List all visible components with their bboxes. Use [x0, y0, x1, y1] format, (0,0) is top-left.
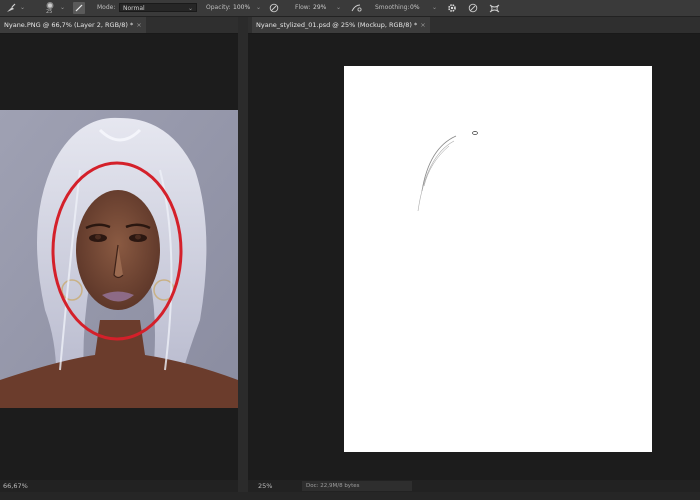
reference-photo [0, 110, 238, 408]
airbrush-icon[interactable] [350, 2, 362, 14]
right-tab-strip: Nyane_stylized_01.psd @ 25% (Mockup, RGB… [248, 17, 700, 34]
pressure-opacity-icon[interactable] [268, 2, 280, 14]
opacity-chevron-icon[interactable]: ⌄ [256, 4, 261, 11]
right-zoom-readout[interactable]: 25% [258, 482, 272, 490]
mode-select-value: Normal [123, 5, 145, 12]
document-info[interactable]: Doc: 22,9M/8 bytes [302, 481, 412, 491]
brush-panel-icon[interactable] [73, 2, 85, 14]
brush-cursor [472, 131, 478, 135]
options-bar: ⌄ 25 ⌄ Mode: Normal ⌄ Opacity: 100% ⌄ Fl… [0, 0, 700, 17]
mode-select-chevron-icon: ⌄ [187, 5, 193, 12]
brush-size-value: 25 [46, 9, 53, 15]
mode-label: Mode: [97, 4, 116, 11]
flow-input[interactable]: 29% [313, 3, 331, 12]
close-icon[interactable]: × [136, 21, 141, 29]
opacity-input[interactable]: 100% [233, 3, 253, 12]
tab-nyane-png[interactable]: Nyane.PNG @ 66,7% (Layer 2, RGB/8) * × [0, 17, 146, 33]
left-zoom-readout[interactable]: 66,67% [3, 482, 28, 490]
mode-select[interactable]: Normal ⌄ [119, 3, 197, 12]
left-status-bar: 66,67% [0, 480, 238, 492]
settings-gear-icon[interactable] [446, 2, 458, 14]
symmetry-icon[interactable] [488, 2, 500, 14]
bottom-panel-strip [0, 492, 700, 500]
brush-tool-icon[interactable] [5, 2, 17, 14]
tab-nyane-stylized[interactable]: Nyane_stylized_01.psd @ 25% (Mockup, RGB… [252, 17, 430, 33]
tool-preset-chevron-icon[interactable]: ⌄ [20, 4, 25, 11]
brush-preset-chevron-icon[interactable]: ⌄ [60, 4, 65, 11]
left-tab-strip: Nyane.PNG @ 66,7% (Layer 2, RGB/8) * × [0, 17, 238, 34]
close-icon[interactable]: × [420, 21, 425, 29]
smoothing-input[interactable]: 0% [410, 3, 426, 12]
opacity-label: Opacity: [206, 4, 231, 11]
left-document-view[interactable] [0, 34, 238, 480]
smoothing-chevron-icon[interactable]: ⌄ [432, 4, 437, 11]
sketch-stroke [417, 140, 455, 212]
flow-chevron-icon[interactable]: ⌄ [336, 4, 341, 11]
sketch-stroke [421, 135, 457, 192]
drawing-canvas[interactable] [344, 66, 652, 452]
pressure-size-icon[interactable] [467, 2, 479, 14]
tab-nyane-stylized-label: Nyane_stylized_01.psd @ 25% (Mockup, RGB… [256, 21, 418, 29]
flow-label: Flow: [295, 4, 311, 11]
tab-nyane-png-label: Nyane.PNG @ 66,7% (Layer 2, RGB/8) * [4, 21, 134, 29]
smoothing-label: Smoothing: [375, 4, 410, 11]
pane-divider[interactable] [238, 17, 248, 492]
